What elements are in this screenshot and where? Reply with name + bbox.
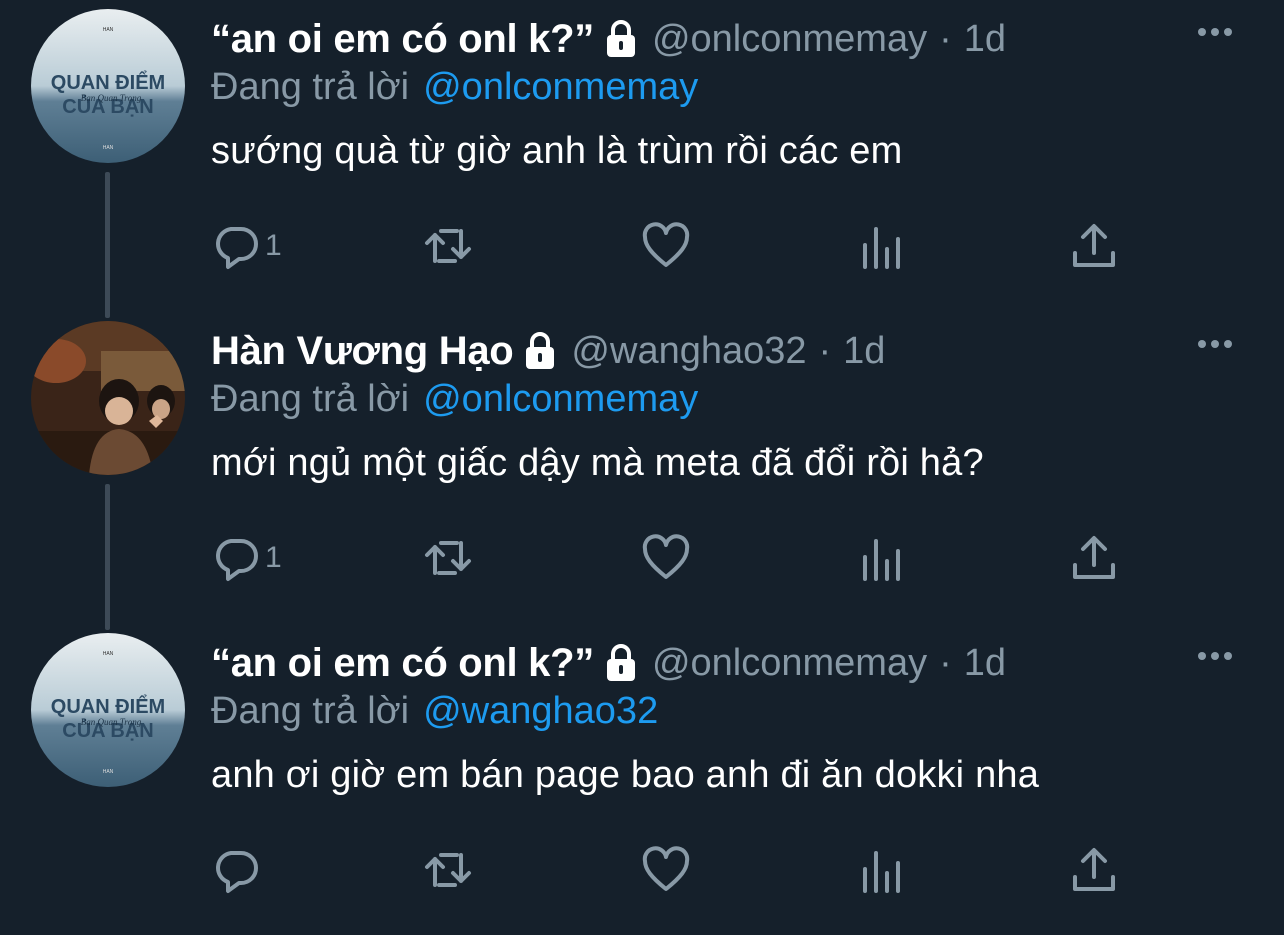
share-icon	[1073, 848, 1115, 891]
share-icon	[1073, 536, 1115, 579]
analytics-button[interactable]	[857, 530, 907, 586]
user-handle[interactable]: @wanghao32	[571, 330, 806, 373]
display-name[interactable]: “an oi em có onl k?”	[211, 17, 594, 62]
tweet-text: mới ngủ một giấc dậy mà meta đã đổi rồi …	[211, 442, 984, 484]
retweet-button[interactable]	[423, 218, 473, 274]
like-button[interactable]	[641, 530, 691, 586]
reply-button[interactable]: 1	[211, 530, 282, 586]
timestamp[interactable]: 1d	[843, 330, 885, 373]
avatar[interactable]: HAN QUAN ĐIỂM CỦA BẠN Bạn Quan Trọng HAN	[31, 9, 185, 163]
analytics-button[interactable]	[857, 218, 907, 274]
analytics-button[interactable]	[857, 842, 907, 898]
separator: ·	[818, 329, 832, 372]
tweet-text: anh ơi giờ em bán page bao anh đi ăn dok…	[211, 754, 1040, 796]
reply-icon	[216, 851, 258, 893]
reply-label: Đang trả lời	[211, 378, 410, 420]
timestamp[interactable]: 1d	[964, 642, 1006, 685]
lock-icon	[604, 643, 638, 683]
reply-to-link[interactable]: @onlconmemay	[423, 378, 698, 420]
analytics-icon	[863, 851, 900, 893]
share-button[interactable]	[1069, 530, 1119, 586]
retweet-icon	[425, 541, 471, 575]
logo-title-line1: QUAN ĐIỂM	[51, 71, 165, 94]
avatar[interactable]: HAN QUAN ĐIỂM CỦA BẠN Bạn Quan Trọng HAN	[31, 633, 185, 787]
lock-icon	[604, 19, 638, 59]
more-options-icon[interactable]	[1198, 22, 1240, 42]
retweet-button[interactable]	[423, 530, 473, 586]
reply-icon	[216, 227, 258, 269]
reply-label: Đang trả lời	[211, 66, 410, 108]
page-logo-avatar: HAN QUAN ĐIỂM CỦA BẠN Bạn Quan Trọng HAN	[31, 633, 185, 787]
reply-label: Đang trả lời	[211, 690, 410, 732]
separator: ·	[939, 17, 952, 60]
reply-button[interactable]	[211, 842, 265, 898]
tweet[interactable]: Hàn Vương Hạo @wanghao32 · 1d Đang trả l…	[0, 312, 1284, 623]
logo-small-text: HAN	[103, 145, 114, 151]
reply-to-link[interactable]: @wanghao32	[423, 690, 658, 732]
share-button[interactable]	[1069, 218, 1119, 274]
action-bar	[211, 842, 1131, 898]
logo-small-text: HAN	[103, 651, 114, 657]
action-bar: 1	[211, 530, 1131, 586]
share-icon	[1073, 224, 1115, 267]
action-bar: 1	[211, 218, 1131, 274]
retweet-icon	[425, 229, 471, 263]
logo-small-text: HAN	[103, 27, 114, 33]
logo-tagline: Bạn Quan Trọng	[81, 717, 142, 727]
analytics-icon	[863, 227, 900, 269]
user-handle[interactable]: @onlconmemay	[652, 18, 927, 61]
reply-context: Đang trả lời @onlconmemay	[211, 378, 698, 421]
tweet-header: “an oi em có onl k?” @onlconmemay · 1d	[211, 638, 1006, 688]
tweet[interactable]: HAN QUAN ĐIỂM CỦA BẠN Bạn Quan Trọng HAN…	[0, 624, 1284, 935]
like-button[interactable]	[641, 842, 691, 898]
retweet-button[interactable]	[423, 842, 473, 898]
tweet-text: sướng quà từ giờ anh là trùm rồi các em	[211, 130, 903, 172]
display-name[interactable]: “an oi em có onl k?”	[211, 641, 594, 686]
heart-icon	[642, 222, 690, 267]
reply-count: 1	[265, 541, 282, 574]
like-button[interactable]	[641, 218, 691, 274]
logo-tagline: Bạn Quan Trọng	[81, 93, 142, 103]
more-options-icon[interactable]	[1198, 646, 1240, 666]
timestamp[interactable]: 1d	[964, 18, 1006, 61]
heart-icon	[642, 846, 690, 891]
tweet[interactable]: HAN QUAN ĐIỂM CỦA BẠN Bạn Quan Trọng HAN…	[0, 0, 1284, 311]
share-button[interactable]	[1069, 842, 1119, 898]
user-handle[interactable]: @onlconmemay	[652, 642, 927, 685]
logo-small-text: HAN	[103, 769, 114, 775]
avatar[interactable]	[31, 321, 185, 475]
tweet-header: Hàn Vương Hạo @wanghao32 · 1d	[211, 326, 885, 376]
reply-to-link[interactable]: @onlconmemay	[423, 66, 698, 108]
more-options-icon[interactable]	[1198, 334, 1240, 354]
reply-context: Đang trả lời @onlconmemay	[211, 66, 698, 109]
lock-icon	[523, 331, 557, 371]
reply-context: Đang trả lời @wanghao32	[211, 690, 658, 733]
heart-icon	[642, 534, 690, 579]
display-name[interactable]: Hàn Vương Hạo	[211, 329, 514, 374]
reply-count: 1	[265, 229, 282, 262]
analytics-icon	[863, 539, 900, 581]
photo-avatar	[31, 321, 185, 475]
retweet-icon	[425, 853, 471, 887]
reply-icon	[216, 539, 258, 581]
tweet-header: “an oi em có onl k?” @onlconmemay · 1d	[211, 14, 1006, 64]
separator: ·	[939, 641, 952, 684]
logo-title-line1: QUAN ĐIỂM	[51, 695, 165, 718]
reply-button[interactable]: 1	[211, 218, 282, 274]
page-logo-avatar: HAN QUAN ĐIỂM CỦA BẠN Bạn Quan Trọng HAN	[31, 9, 185, 163]
